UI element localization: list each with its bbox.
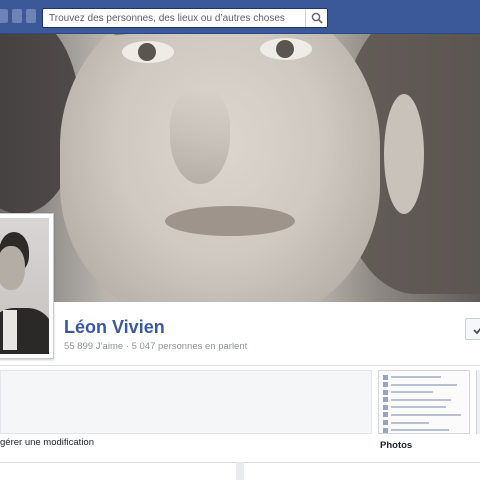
cover-right-eye (260, 38, 312, 60)
photos-thumbnail[interactable] (378, 370, 470, 434)
search-box (42, 8, 328, 28)
next-app-thumbnail[interactable] (476, 370, 480, 434)
cover-left-eye (122, 41, 174, 63)
timeline-left-column (0, 462, 236, 480)
checkmark-icon (473, 327, 480, 335)
photos-tab[interactable]: Photos (380, 440, 412, 451)
about-box (0, 370, 372, 434)
search-input[interactable] (43, 9, 303, 27)
cover-face (60, 34, 380, 302)
liked-button[interactable] (465, 318, 480, 340)
cover-mouth (165, 206, 295, 236)
profile-picture-frame[interactable] (0, 213, 54, 359)
likes-count: 55 899 J’aime · 5 047 personnes en parle… (64, 341, 248, 352)
friend-requests-icon[interactable] (0, 9, 8, 23)
cover-left-brow (111, 34, 183, 36)
notification-icons[interactable] (0, 9, 40, 25)
notifications-icon[interactable] (26, 9, 36, 23)
cover-ear (384, 94, 424, 214)
cover-nose (170, 89, 230, 184)
search-icon (311, 12, 323, 24)
page-title[interactable]: Léon Vivien (64, 317, 165, 338)
search-button[interactable] (305, 9, 327, 27)
suggest-edit-link[interactable]: gérer une modification (0, 437, 94, 448)
cover-photo[interactable] (0, 34, 480, 302)
avatar (0, 218, 49, 354)
top-navigation-bar (0, 0, 480, 34)
messages-icon[interactable] (12, 9, 22, 23)
timeline-right-column (244, 462, 480, 480)
